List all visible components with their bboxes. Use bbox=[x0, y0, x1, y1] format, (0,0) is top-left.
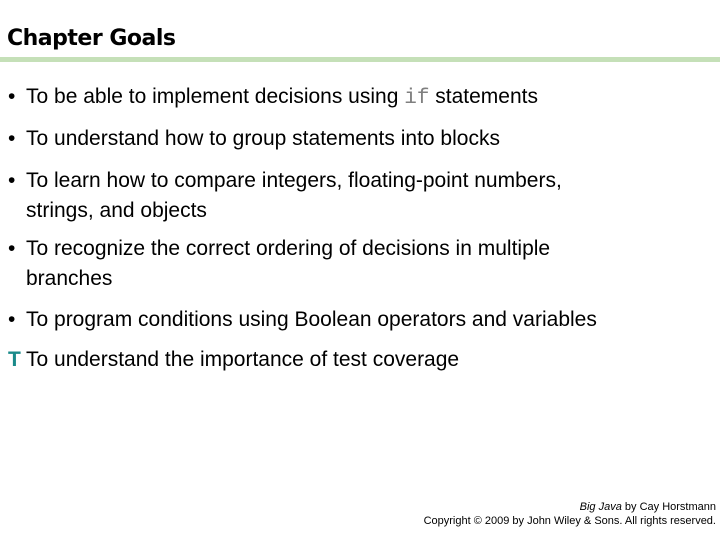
slide-title: Chapter Goals bbox=[7, 26, 176, 51]
copyright-footer: Big Java by Cay Horstmann Copyright © 20… bbox=[424, 500, 716, 528]
item-text: To program conditions using Boolean oper… bbox=[26, 308, 597, 331]
bullet-icon: • bbox=[8, 127, 16, 150]
list-item: • To be able to implement decisions usin… bbox=[8, 82, 708, 114]
title-underline-divider bbox=[0, 57, 720, 62]
t-bullet-icon: T bbox=[8, 348, 21, 371]
list-item: • To recognize the correct ordering of d… bbox=[8, 234, 708, 294]
book-title: Big Java bbox=[579, 501, 622, 513]
item-text-part: To be able to implement decisions using bbox=[26, 85, 405, 108]
list-item: T To understand the importance of test c… bbox=[8, 345, 708, 375]
item-text-line: strings, and objects bbox=[26, 199, 207, 222]
book-credit: Big Java by Cay Horstmann bbox=[424, 500, 716, 514]
item-text: To understand the importance of test cov… bbox=[26, 348, 460, 371]
item-text-line: branches bbox=[26, 267, 113, 290]
bullet-icon: • bbox=[8, 237, 16, 260]
list-item: • To understand how to group statements … bbox=[8, 124, 708, 154]
item-text-part: statements bbox=[429, 85, 538, 108]
item-text: To be able to implement decisions using … bbox=[26, 82, 708, 114]
list-item: • To learn how to compare integers, floa… bbox=[8, 166, 708, 226]
list-item: • To program conditions using Boolean op… bbox=[8, 305, 708, 335]
code-keyword: if bbox=[404, 87, 430, 110]
item-text-line: To learn how to compare integers, floati… bbox=[26, 169, 562, 192]
copyright-line: Copyright © 2009 by John Wiley & Sons. A… bbox=[423, 515, 716, 527]
author: by Cay Horstmann bbox=[621, 501, 716, 513]
item-text: To understand how to group statements in… bbox=[26, 127, 500, 150]
bullet-icon: • bbox=[8, 308, 16, 331]
bullet-icon: • bbox=[8, 169, 16, 192]
item-text-line: To recognize the correct ordering of dec… bbox=[26, 237, 551, 260]
bullet-icon: • bbox=[8, 85, 16, 108]
